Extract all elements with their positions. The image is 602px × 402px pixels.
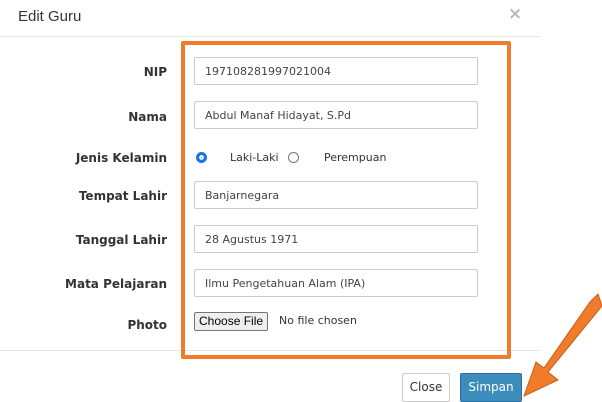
edit-guru-modal: Edit Guru × NIP Nama Jenis Kelamin Laki-…	[0, 0, 602, 402]
footer-divider	[0, 350, 540, 351]
radio-laki-laki-label[interactable]: Laki-Laki	[230, 151, 279, 164]
tempat-lahir-input[interactable]	[194, 181, 478, 209]
close-icon[interactable]: ×	[508, 6, 522, 23]
nama-label: Nama	[128, 110, 167, 124]
tanggal-lahir-label: Tanggal Lahir	[75, 233, 167, 247]
pointer-arrow-icon	[523, 293, 602, 397]
header-divider	[0, 36, 540, 37]
save-button[interactable]: Simpan	[460, 373, 522, 402]
tanggal-lahir-input[interactable]	[194, 225, 478, 253]
radio-laki-laki[interactable]	[196, 152, 207, 163]
mata-pelajaran-label: Mata Pelajaran	[65, 277, 167, 291]
close-button[interactable]: Close	[402, 373, 450, 402]
choose-file-button[interactable]: Choose File	[194, 312, 269, 331]
mata-pelajaran-input[interactable]	[194, 269, 478, 297]
file-status-text: No file chosen	[279, 314, 357, 327]
nama-input[interactable]	[194, 101, 478, 129]
tempat-lahir-label: Tempat Lahir	[78, 189, 167, 203]
photo-label: Photo	[127, 318, 167, 332]
nip-label: NIP	[143, 65, 167, 79]
radio-perempuan-label[interactable]: Perempuan	[324, 151, 386, 164]
jenis-kelamin-label: Jenis Kelamin	[75, 151, 167, 165]
nip-input[interactable]	[194, 57, 478, 85]
radio-perempuan[interactable]	[288, 152, 299, 163]
modal-title: Edit Guru	[18, 8, 82, 25]
